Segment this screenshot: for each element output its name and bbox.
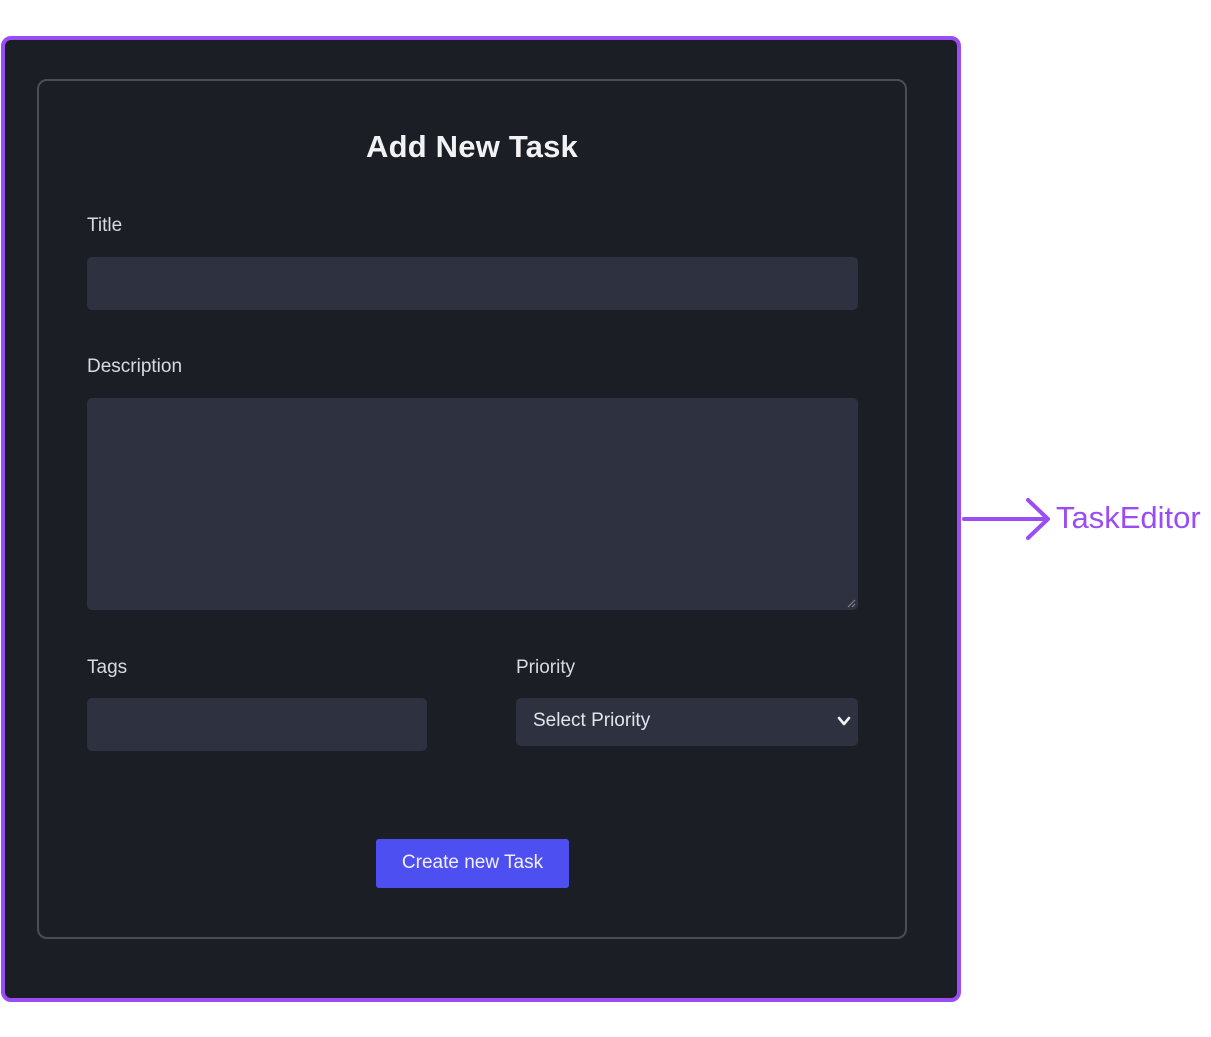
title-label: Title (87, 215, 123, 236)
title-input[interactable] (87, 257, 858, 310)
tags-input[interactable] (87, 698, 427, 751)
priority-label: Priority (516, 657, 576, 678)
annotation-label: TaskEditor (1056, 500, 1201, 535)
chevron-down-icon (837, 716, 851, 726)
description-label: Description (87, 356, 183, 377)
description-textarea[interactable] (87, 398, 858, 610)
create-task-button[interactable]: Create new Task (376, 839, 569, 888)
add-task-card: Add New Task Title Description Tags Prio… (37, 79, 907, 939)
arrow-right-icon (962, 498, 1050, 540)
form-title: Add New Task (366, 129, 578, 164)
task-editor-frame: Add New Task Title Description Tags Prio… (1, 36, 961, 1002)
tags-label: Tags (87, 657, 128, 678)
priority-select[interactable]: Select Priority (516, 698, 858, 746)
component-annotation: TaskEditor (962, 496, 1211, 542)
resize-grip-icon[interactable] (846, 598, 856, 608)
priority-select-value: Select Priority (533, 710, 651, 731)
